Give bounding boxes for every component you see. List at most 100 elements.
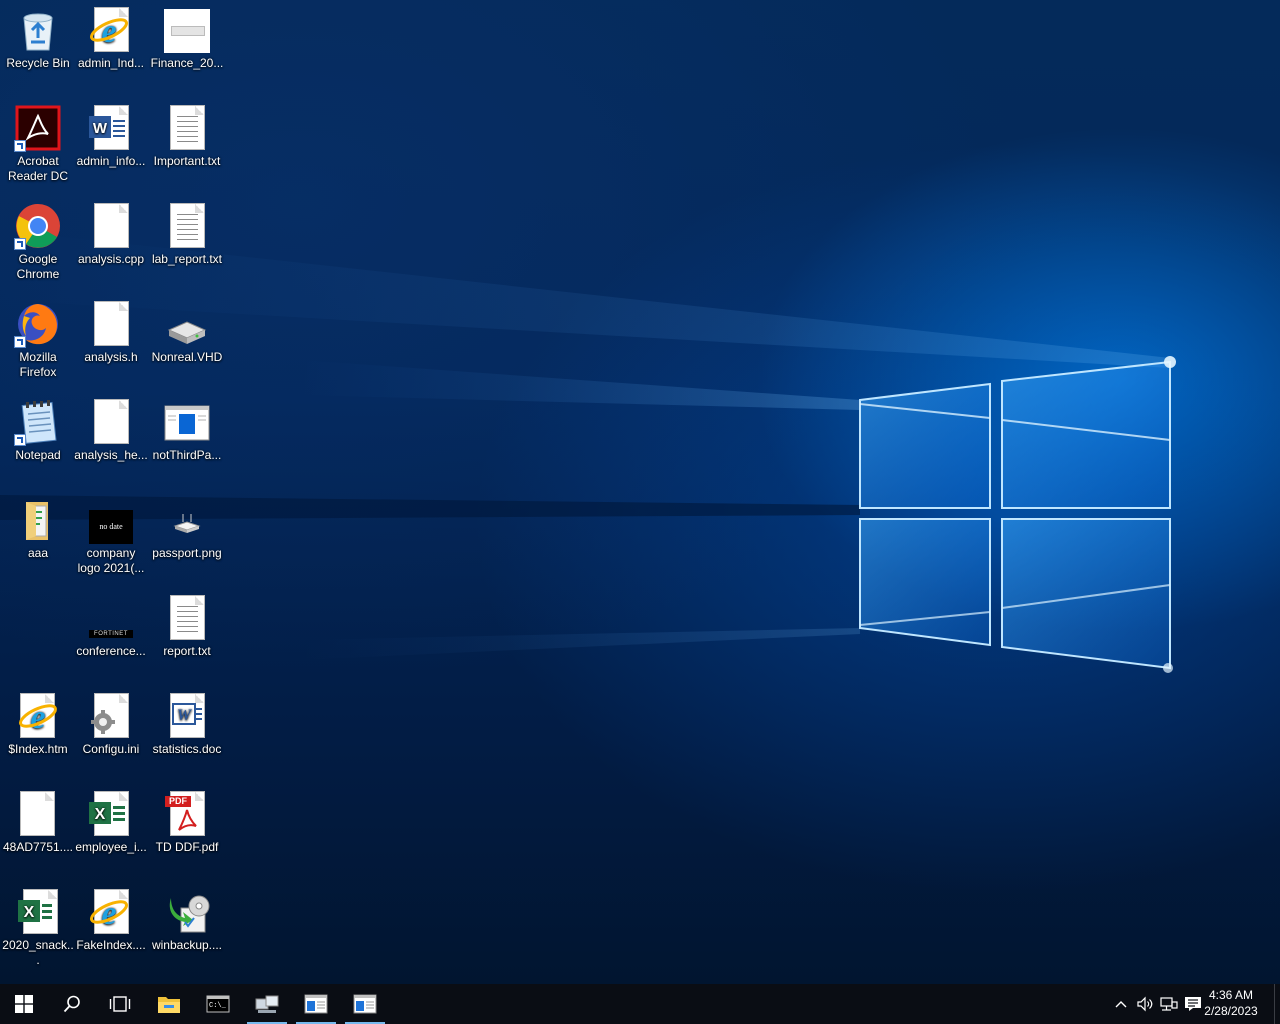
taskbar-network-app[interactable]: [243, 984, 291, 1024]
desktop-icon-important-txt[interactable]: Important.txt: [149, 100, 225, 196]
desktop-icon-label: Mozilla Firefox: [19, 350, 57, 379]
desktop-icon-lab-report[interactable]: lab_report.txt: [149, 198, 225, 294]
taskbar-file-explorer[interactable]: [145, 984, 193, 1024]
desktop-icon-admin-ind[interactable]: e admin_Ind...: [73, 2, 149, 98]
volume-button[interactable]: [1133, 984, 1157, 1024]
desktop-icon-aaa[interactable]: aaa: [0, 492, 76, 588]
show-hidden-icons-button[interactable]: [1110, 984, 1132, 1024]
notepad-icon: [14, 398, 62, 446]
desktop-icon-recycle-bin[interactable]: Recycle Bin: [0, 2, 76, 98]
desktop-icon-analysis-he[interactable]: analysis_he...: [73, 394, 149, 490]
desktop-icon-admin-info[interactable]: W admin_info...: [73, 100, 149, 196]
desktop-icon-2020-snack[interactable]: X 2020_snack...: [0, 884, 76, 980]
blank-file-icon: [87, 398, 135, 446]
desktop-icon-google-chrome[interactable]: Google Chrome: [0, 198, 76, 294]
taskbar: C:\_ 4:36 AM 2/28/2023: [0, 984, 1280, 1024]
network-button[interactable]: [1157, 984, 1181, 1024]
desktop-icon-td-ddf-pdf[interactable]: PDF TD DDF.pdf: [149, 786, 225, 882]
chevron-up-icon: [1115, 1001, 1127, 1008]
desktop-icon-mozilla-firefox[interactable]: Mozilla Firefox: [0, 296, 76, 392]
logo-thumbnail-text: no date: [89, 510, 133, 544]
blank-file-icon: [14, 790, 62, 838]
desktop-icon-company-logo[interactable]: no date company logo 2021(...: [73, 492, 149, 588]
application-window-icon: [304, 994, 328, 1014]
taskbar-window-app-2[interactable]: [341, 984, 389, 1024]
desktop-icon-label: admin_Ind...: [77, 56, 145, 70]
blank-file-icon: [87, 300, 135, 348]
desktop: Recycle Bin Acrobat Reader DC Google Chr…: [0, 0, 1280, 984]
desktop-icon-label: 48AD7751....: [2, 840, 74, 854]
start-button[interactable]: [0, 984, 48, 1024]
text-file-icon: [163, 202, 211, 250]
shortcut-arrow-icon: [14, 336, 26, 348]
fortinet-logo-text: FORTINET: [89, 630, 133, 638]
desktop-icon-label: Nonreal.VHD: [151, 350, 223, 364]
folder-icon: [14, 496, 62, 544]
settings-file-icon: [87, 692, 135, 740]
logo-thumbnail-icon: no date: [87, 496, 135, 544]
search-icon: [63, 995, 80, 1013]
virtual-disk-icon: [163, 300, 211, 348]
svg-text:e: e: [30, 699, 45, 736]
svg-text:X: X: [95, 806, 106, 823]
svg-text:W: W: [93, 120, 108, 137]
svg-text:X: X: [24, 904, 35, 921]
internet-explorer-icon: e: [87, 888, 135, 936]
desktop-icon-label: analysis_he...: [74, 448, 148, 462]
internet-explorer-icon: e: [14, 692, 62, 740]
word-document-icon: W: [163, 692, 211, 740]
fortinet-logo-icon: FORTINET: [87, 594, 135, 642]
network-computers-icon: [255, 995, 279, 1013]
chrome-icon: [14, 202, 62, 250]
text-file-icon: [163, 104, 211, 152]
desktop-icon-label: Notepad: [15, 448, 61, 462]
desktop-icon-report-txt[interactable]: report.txt: [149, 590, 225, 686]
desktop-icon-label: Acrobat Reader DC: [7, 154, 69, 183]
desktop-icon-fakeindex[interactable]: e FakeIndex....: [73, 884, 149, 980]
desktop-icon-configu-ini[interactable]: Configu.ini: [73, 688, 149, 784]
text-file-icon: [163, 594, 211, 642]
desktop-icon-label: $Index.htm: [8, 742, 68, 756]
desktop-icon-nonreal-vhd[interactable]: Nonreal.VHD: [149, 296, 225, 392]
desktop-icon-winbackup[interactable]: winbackup....: [149, 884, 225, 980]
desktop-icon-48ad7751[interactable]: 48AD7751....: [0, 786, 76, 882]
desktop-icon-acrobat-reader[interactable]: Acrobat Reader DC: [0, 100, 76, 196]
image-thumbnail-icon: [163, 6, 211, 54]
taskbar-command-prompt[interactable]: C:\_: [194, 984, 242, 1024]
desktop-icon-label: Configu.ini: [82, 742, 140, 756]
desktop-icon-employee[interactable]: X employee_i...: [73, 786, 149, 882]
command-prompt-icon: C:\_: [206, 995, 230, 1013]
windows-start-icon: [15, 995, 33, 1013]
desktop-icon-notepad[interactable]: Notepad: [0, 394, 76, 490]
network-icon: [1160, 997, 1178, 1011]
svg-text:W: W: [177, 707, 193, 724]
desktop-icon-label: aaa: [27, 546, 49, 560]
word-document-icon: W: [87, 104, 135, 152]
desktop-icon-label: Finance_20...: [150, 56, 224, 70]
desktop-icon-index-htm[interactable]: e $Index.htm: [0, 688, 76, 784]
desktop-icon-notthirdpa[interactable]: notThirdPa...: [149, 394, 225, 490]
firefox-icon: [14, 300, 62, 348]
desktop-icon-finance[interactable]: Finance_20...: [149, 2, 225, 98]
acrobat-reader-icon: [14, 104, 62, 152]
svg-text:e: e: [101, 895, 116, 932]
svg-text:e: e: [101, 13, 116, 50]
clock-time: 4:36 AM: [1208, 988, 1254, 1002]
task-view-button[interactable]: [96, 984, 144, 1024]
taskbar-window-app-1[interactable]: [292, 984, 340, 1024]
show-desktop-button[interactable]: [1274, 984, 1280, 1024]
desktop-icon-label: conference...: [76, 644, 146, 658]
desktop-icon-label: FakeIndex....: [76, 938, 146, 952]
desktop-icon-analysis-h[interactable]: analysis.h: [73, 296, 149, 392]
desktop-icon-statistics-doc[interactable]: W statistics.doc: [149, 688, 225, 784]
desktop-icon-label: lab_report.txt: [151, 252, 223, 266]
desktop-icon-label: report.txt: [163, 644, 211, 658]
folder-icon: [158, 997, 180, 1013]
clock[interactable]: 4:36 AM 2/28/2023: [1196, 987, 1266, 1019]
shortcut-arrow-icon: [14, 434, 26, 446]
desktop-icon-conference[interactable]: FORTINET conference...: [73, 590, 149, 686]
desktop-icon-analysis-cpp[interactable]: analysis.cpp: [73, 198, 149, 294]
search-button[interactable]: [48, 984, 96, 1024]
desktop-icon-passport-png[interactable]: passport.png: [149, 492, 225, 588]
desktop-icon-label: TD DDF.pdf: [155, 840, 219, 854]
